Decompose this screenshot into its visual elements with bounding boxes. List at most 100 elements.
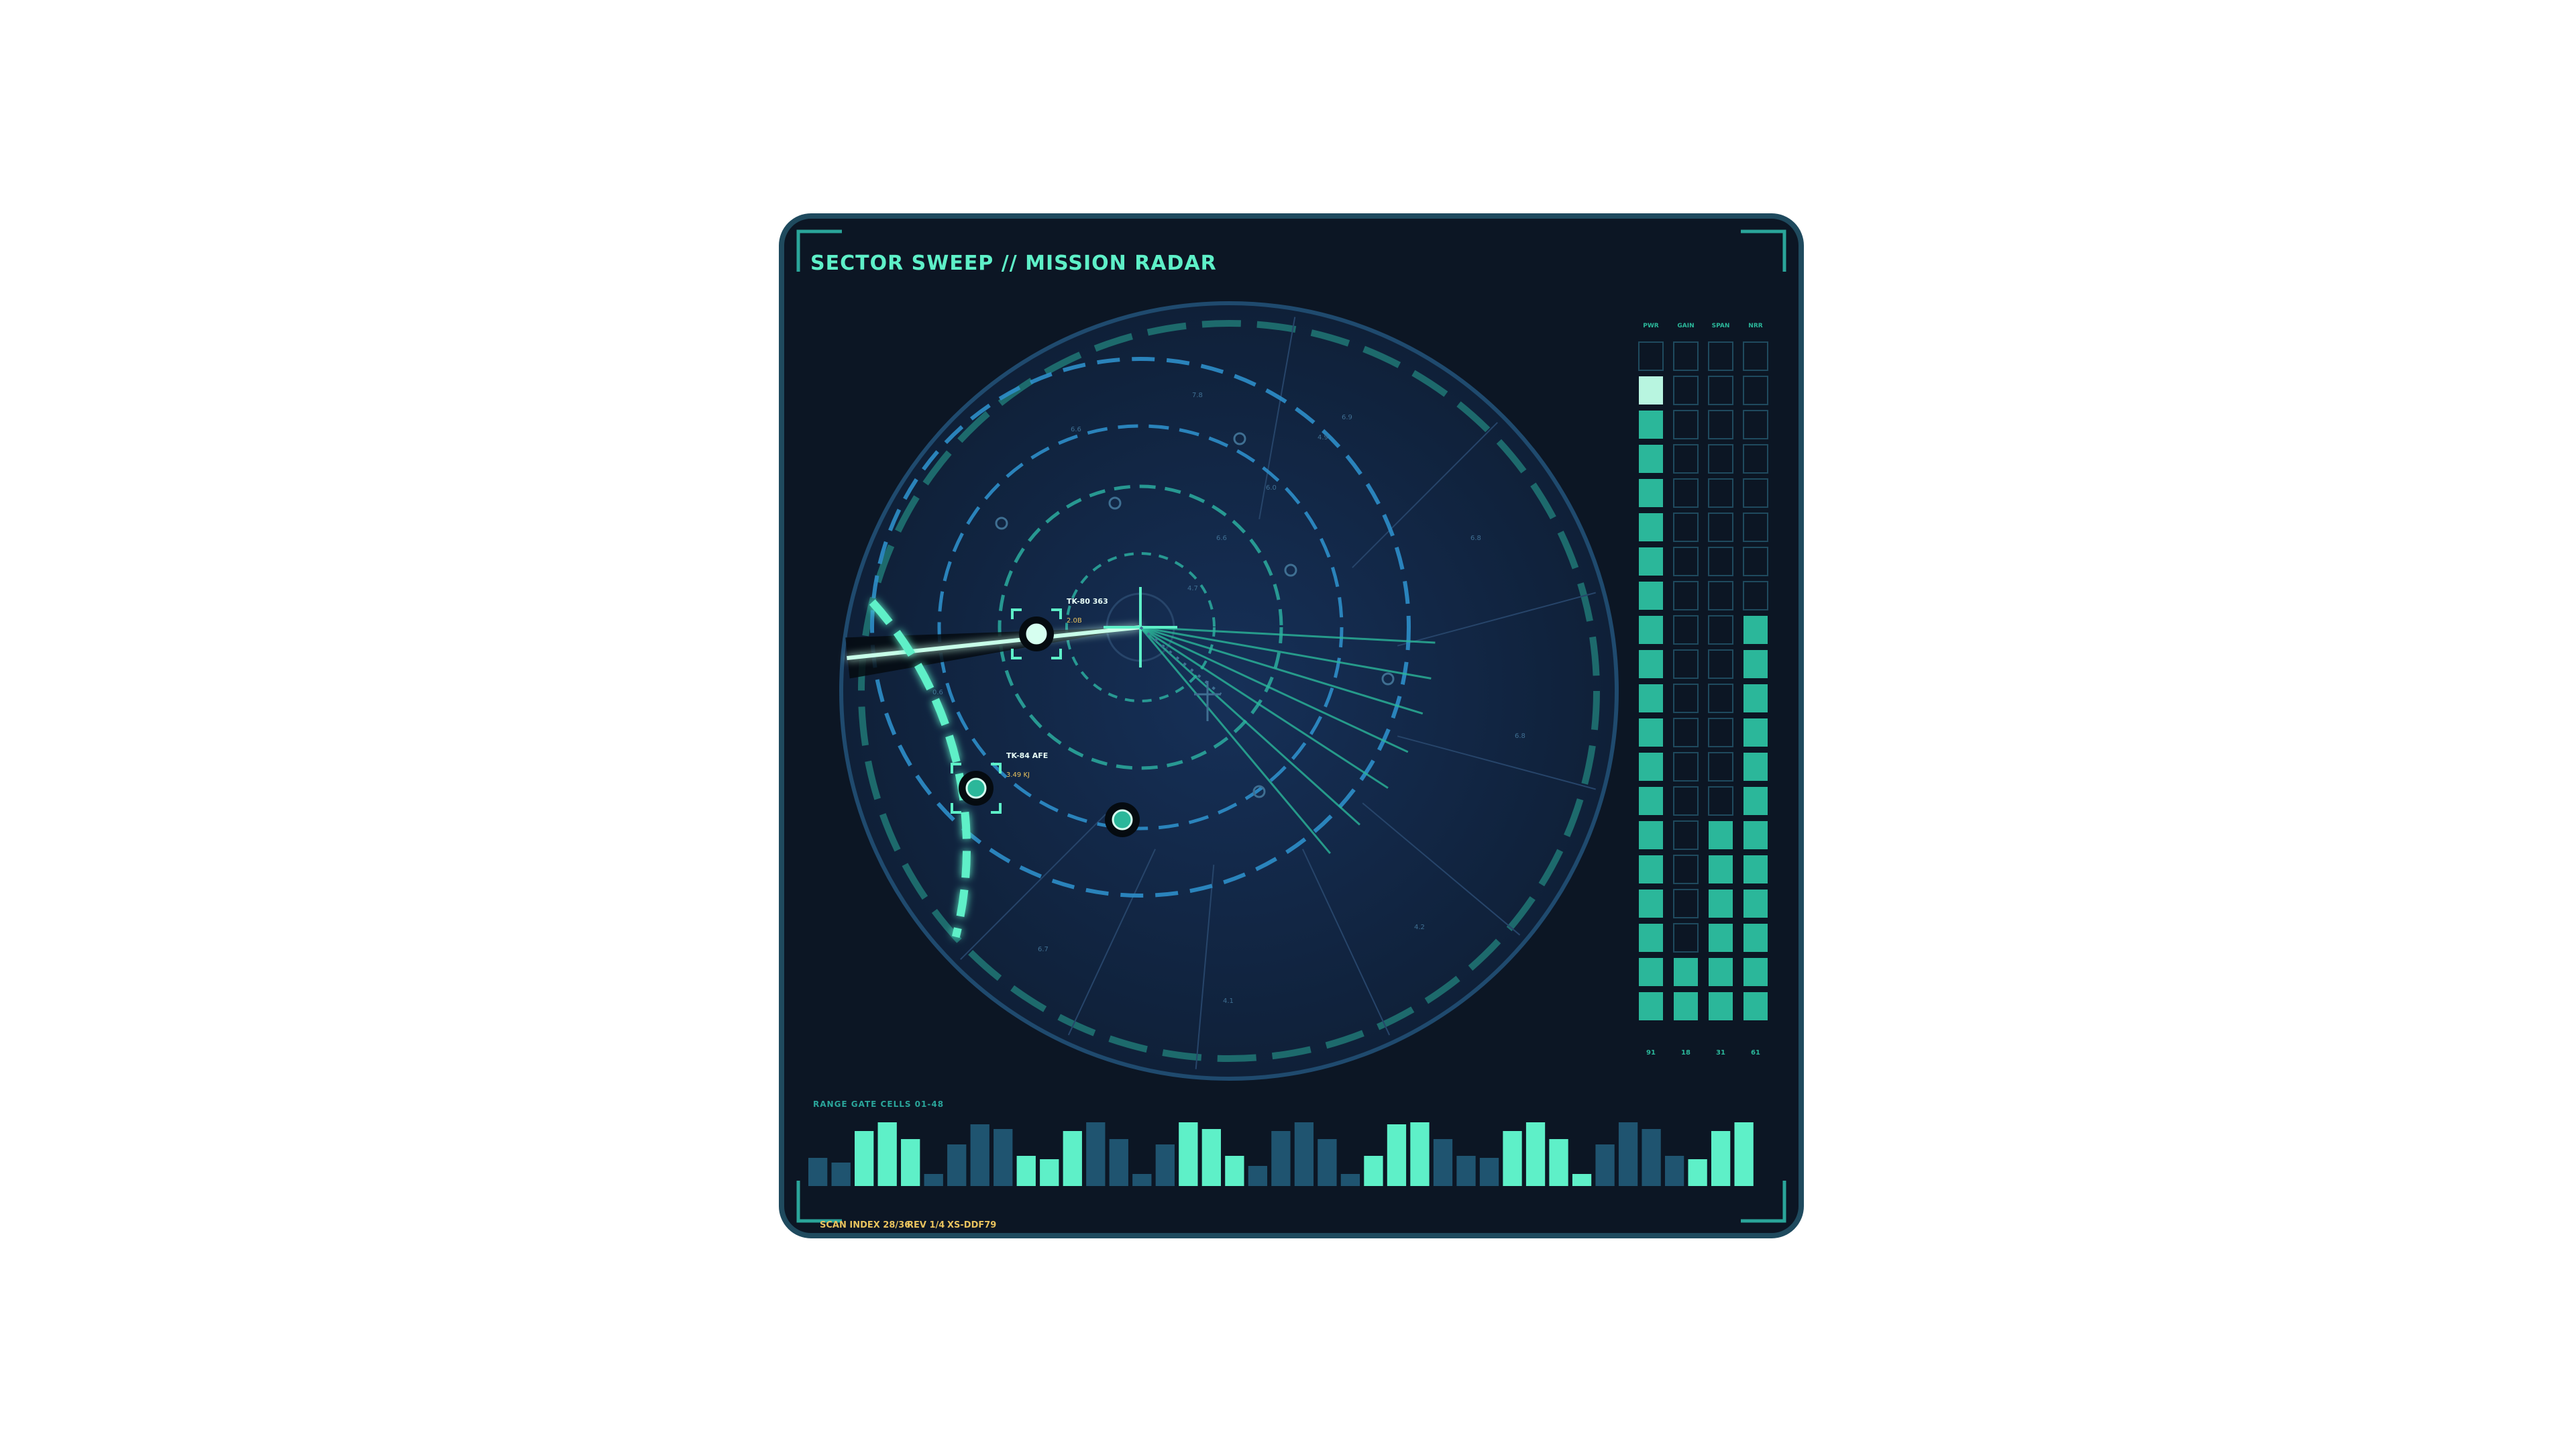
radar-tick-label: 6.0 xyxy=(1266,484,1277,492)
meter-cell xyxy=(1743,821,1768,849)
histogram-bar xyxy=(1734,1122,1754,1186)
footer-code: XS-DDF79 xyxy=(947,1220,996,1230)
meter-cell xyxy=(1639,513,1663,541)
target-sublabel: 2.0B xyxy=(1067,617,1082,625)
meter-value: 91 xyxy=(1646,1049,1656,1057)
target-label: TK-80 363 xyxy=(1067,597,1108,606)
radar-tick-label: 6.6 xyxy=(1071,426,1081,433)
meter-cell xyxy=(1639,855,1663,883)
histogram-bar xyxy=(1688,1159,1707,1186)
radar-disc xyxy=(839,301,1619,1081)
meter-label: PWR xyxy=(1643,323,1659,329)
radar-tick-label: 4.2 xyxy=(1414,924,1425,931)
meter-cell xyxy=(1639,445,1663,473)
histogram-bar xyxy=(1525,1122,1546,1186)
histogram-bar xyxy=(1433,1139,1453,1186)
histogram-bar xyxy=(1248,1166,1268,1186)
meter-cell xyxy=(1674,992,1698,1020)
meter-value: 18 xyxy=(1681,1049,1690,1057)
histogram-label: RANGE GATE CELLS 01-48 xyxy=(813,1099,944,1109)
page-title: SECTOR SWEEP // MISSION RADAR xyxy=(810,252,1217,275)
histogram-bar xyxy=(1503,1131,1522,1186)
meter-cell xyxy=(1639,890,1663,918)
histogram-bar xyxy=(1225,1156,1244,1186)
meter-cell xyxy=(1709,890,1733,918)
histogram-bar xyxy=(1016,1156,1036,1186)
radar-tick-label: 6.6 xyxy=(1216,535,1227,542)
histogram-bar xyxy=(1201,1129,1222,1186)
histogram-bar xyxy=(1063,1131,1082,1186)
meter-cell xyxy=(1639,547,1663,576)
radar-tick-label: 4.7 xyxy=(1187,585,1198,592)
histogram-bar xyxy=(1179,1122,1198,1186)
histogram-bar xyxy=(1271,1131,1291,1186)
meter-cell xyxy=(1639,684,1663,712)
histogram-bar xyxy=(924,1174,943,1186)
meter-cell xyxy=(1639,718,1663,747)
histogram-bar xyxy=(808,1158,828,1186)
meter-cell xyxy=(1639,582,1663,610)
histogram-bar xyxy=(1479,1158,1499,1186)
meter-cell xyxy=(1743,958,1768,986)
meter-cell xyxy=(1639,753,1663,781)
meter-value: 61 xyxy=(1751,1049,1760,1057)
meter-cell xyxy=(1639,787,1663,815)
footer-rev: REV 1/4 xyxy=(907,1220,945,1230)
meter-cell xyxy=(1639,650,1663,678)
meter-cell xyxy=(1639,821,1663,849)
meter-cell xyxy=(1709,924,1733,952)
meter-cell xyxy=(1709,855,1733,883)
histogram-bar xyxy=(994,1129,1013,1186)
histogram-bar xyxy=(1294,1122,1314,1186)
histogram-bar xyxy=(1109,1139,1128,1186)
meter-cell xyxy=(1674,958,1698,986)
meter-cell xyxy=(1743,650,1768,678)
histogram-bar xyxy=(901,1139,920,1186)
meter-cell xyxy=(1743,890,1768,918)
histogram-bar xyxy=(1456,1156,1476,1186)
hud-stage: SECTOR SWEEP // MISSION RADAR 4.7 6.6 6.0 4… xyxy=(0,0,2576,1449)
histogram-bar xyxy=(1040,1159,1059,1186)
histogram-bar xyxy=(1595,1144,1615,1186)
histogram-bar xyxy=(1387,1124,1407,1186)
histogram-bar xyxy=(1340,1174,1360,1186)
radar-tick-label: 6.9 xyxy=(1342,414,1352,421)
meter-cell xyxy=(1639,616,1663,644)
histogram-bar xyxy=(1155,1144,1175,1186)
radar-tick-label: 4.1 xyxy=(1223,998,1234,1005)
target-dot xyxy=(965,777,987,799)
meter-cell xyxy=(1709,992,1733,1020)
histogram-bar xyxy=(855,1131,874,1186)
meter-cell xyxy=(1743,855,1768,883)
histogram-bar xyxy=(947,1144,967,1186)
meter-cell xyxy=(1639,924,1663,952)
histogram-bar xyxy=(1318,1139,1337,1186)
meter-value: 31 xyxy=(1716,1049,1725,1057)
histogram-bar xyxy=(1086,1122,1106,1186)
histogram-bar xyxy=(877,1122,897,1186)
meter-cell xyxy=(1743,992,1768,1020)
histogram-bar xyxy=(1711,1131,1731,1186)
meter-cell xyxy=(1743,924,1768,952)
target-dot xyxy=(1112,809,1133,830)
footer-scan-index: SCAN INDEX 28/36 xyxy=(820,1220,910,1230)
radar-tick-label: 4.9 xyxy=(1318,434,1328,441)
radar-tick-label: 0.6 xyxy=(932,689,943,696)
meter-cell xyxy=(1743,787,1768,815)
histogram-bar xyxy=(1132,1174,1152,1186)
meter-cell xyxy=(1639,992,1663,1020)
meter-cell xyxy=(1709,958,1733,986)
histogram-bar xyxy=(1364,1156,1383,1186)
radar-scope: 4.7 6.6 6.0 4.9 7.8 6.6 6.9 6.8 6.8 4.2 4.1 6.7 0.6 T… xyxy=(839,301,1619,1081)
meter-cell xyxy=(1639,958,1663,986)
meter-cell xyxy=(1743,684,1768,712)
meter-cell xyxy=(1639,479,1663,507)
meter-cell xyxy=(1709,821,1733,849)
meter-label: SPAN xyxy=(1712,323,1730,329)
meter-cell xyxy=(1743,753,1768,781)
target-label: TK-84 AFE xyxy=(1006,751,1048,760)
target-dot xyxy=(1026,623,1047,645)
histogram-bar xyxy=(1618,1122,1638,1186)
hud-canvas: SECTOR SWEEP // MISSION RADAR 4.7 6.6 6.0 4… xyxy=(779,213,1804,1238)
histogram-bar xyxy=(1549,1139,1568,1186)
